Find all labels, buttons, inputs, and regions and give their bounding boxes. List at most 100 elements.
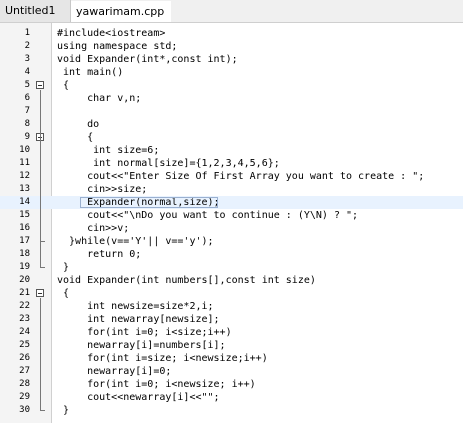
tab-untitled1[interactable]: Untitled1: [0, 0, 71, 22]
tab-yawarimam-cpp[interactable]: yawarimam.cpp: [71, 0, 171, 22]
line-number: 29: [19, 392, 30, 402]
code-text: using namespace std;: [57, 41, 178, 52]
code-text: }: [57, 405, 70, 416]
code-text: void Expander(int numbers[],const int si…: [57, 275, 316, 286]
code-line[interactable]: 24 for(int i=0; i<size;i++): [0, 326, 463, 339]
line-number: 15: [19, 210, 30, 220]
line-number: 21: [19, 288, 30, 298]
code-text: {: [57, 288, 70, 299]
line-number: 12: [19, 171, 30, 181]
line-number: 30: [19, 405, 30, 415]
code-line[interactable]: 10 int size=6;: [0, 144, 463, 157]
code-line[interactable]: 7: [0, 105, 463, 118]
tab-bar: Untitled1 yawarimam.cpp: [0, 0, 463, 23]
line-number: 1: [24, 28, 30, 38]
code-line[interactable]: 25 newarray[i]=numbers[i];: [0, 339, 463, 352]
code-text: int newsize=size*2,i;: [57, 301, 214, 312]
line-number: 10: [19, 145, 30, 155]
line-number: 14: [19, 197, 30, 207]
line-number: 3: [24, 54, 30, 64]
code-line[interactable]: 6 char v,n;: [0, 92, 463, 105]
code-text: char v,n;: [57, 93, 142, 104]
code-line[interactable]: 26 for(int i=size; i<newsize;i++): [0, 352, 463, 365]
line-number: 8: [24, 119, 30, 129]
code-line[interactable]: 23 int newarray[newsize];: [0, 313, 463, 326]
fold-end-mark: [40, 267, 45, 268]
line-number: 13: [19, 184, 30, 194]
code-line[interactable]: 11 int normal[size]={1,2,3,4,5,6};: [0, 157, 463, 170]
line-number: 24: [19, 327, 30, 337]
code-line[interactable]: 21 {: [0, 287, 463, 300]
line-number: 6: [24, 93, 30, 103]
code-line[interactable]: 3 void Expander(int*,const int);: [0, 53, 463, 66]
code-text: int size=6;: [57, 145, 160, 156]
code-text: int main(): [57, 67, 124, 78]
fold-guide-line: [40, 298, 41, 411]
line-number: 7: [24, 106, 30, 116]
code-text: {: [57, 80, 70, 91]
code-text: newarray[i]=0;: [57, 366, 172, 377]
code-text: int normal[size]={1,2,3,4,5,6};: [57, 158, 280, 169]
line-number: 26: [19, 353, 30, 363]
line-number: 20: [19, 275, 30, 285]
fold-guide-line: [40, 142, 41, 242]
line-number: 2: [24, 41, 30, 51]
code-line[interactable]: 29 cout<<newarray[i]<<"";: [0, 391, 463, 404]
fold-collapse-icon[interactable]: [36, 289, 44, 297]
fold-collapse-icon[interactable]: [36, 81, 44, 89]
code-text: int newarray[newsize];: [57, 314, 220, 325]
code-text: cout<<newarray[i]<<"";: [57, 392, 220, 403]
line-number: 16: [19, 223, 30, 233]
code-line[interactable]: 28 for(int i=0; i<newsize; i++): [0, 378, 463, 391]
code-editor[interactable]: 1 #include<iostream> 2 using namespace std;…: [0, 23, 463, 423]
code-line[interactable]: 16 cin>>v;: [0, 222, 463, 235]
code-line[interactable]: 4 int main(): [0, 66, 463, 79]
code-text: for(int i=0; i<newsize; i++): [57, 379, 256, 390]
current-line-indicator: [80, 197, 218, 208]
code-line[interactable]: 15 cout<<"\nDo you want to continue : (Y…: [0, 209, 463, 222]
code-line[interactable]: 8 do: [0, 118, 463, 131]
fold-end-mark: [40, 410, 45, 411]
line-number: 9: [24, 132, 30, 142]
fold-end-mark: [40, 241, 45, 242]
line-number: 25: [19, 340, 30, 350]
code-text: newarray[i]=numbers[i];: [57, 340, 226, 351]
code-line[interactable]: 12 cout<<"Enter Size Of First Array you …: [0, 170, 463, 183]
code-text: cin>>v;: [57, 223, 130, 234]
code-line[interactable]: 1 #include<iostream>: [0, 27, 463, 40]
code-line[interactable]: 2 using namespace std;: [0, 40, 463, 53]
line-number: 11: [19, 158, 30, 168]
code-line[interactable]: 17 }while(v=='Y'|| v=='y');: [0, 235, 463, 248]
code-text: return 0;: [57, 249, 142, 260]
code-text: do: [57, 119, 100, 130]
line-number: 22: [19, 301, 30, 311]
code-line[interactable]: 18 return 0;: [0, 248, 463, 261]
code-line[interactable]: 5 {: [0, 79, 463, 92]
line-number: 19: [19, 262, 30, 272]
code-line[interactable]: 19 }: [0, 261, 463, 274]
code-text: for(int i=size; i<newsize;i++): [57, 353, 268, 364]
line-number: 17: [19, 236, 30, 246]
line-number: 5: [24, 80, 30, 90]
code-text: #include<iostream>: [57, 28, 166, 39]
code-line[interactable]: 13 cin>>size;: [0, 183, 463, 196]
line-number: 4: [24, 67, 30, 77]
line-number: 27: [19, 366, 30, 376]
code-line[interactable]: 27 newarray[i]=0;: [0, 365, 463, 378]
code-text: cout<<"\nDo you want to continue : (Y\N)…: [57, 210, 359, 221]
code-line[interactable]: 22 int newsize=size*2,i;: [0, 300, 463, 313]
code-line[interactable]: 9 {: [0, 131, 463, 144]
code-text: {: [57, 132, 94, 143]
code-line[interactable]: 20 void Expander(int numbers[],const int …: [0, 274, 463, 287]
line-number: 28: [19, 379, 30, 389]
line-number: 23: [19, 314, 30, 324]
code-line[interactable]: 14 Expander(normal,size);: [0, 196, 463, 209]
code-text: cout<<"Enter Size Of First Array you wan…: [57, 171, 425, 182]
code-text: }while(v=='Y'|| v=='y');: [57, 236, 214, 247]
code-text: cin>>size;: [57, 184, 148, 195]
code-text: }: [57, 262, 70, 273]
code-text: for(int i=0; i<size;i++): [57, 327, 232, 338]
code-text: void Expander(int*,const int);: [57, 54, 238, 65]
line-number: 18: [19, 249, 30, 259]
code-line[interactable]: 30 }: [0, 404, 463, 417]
